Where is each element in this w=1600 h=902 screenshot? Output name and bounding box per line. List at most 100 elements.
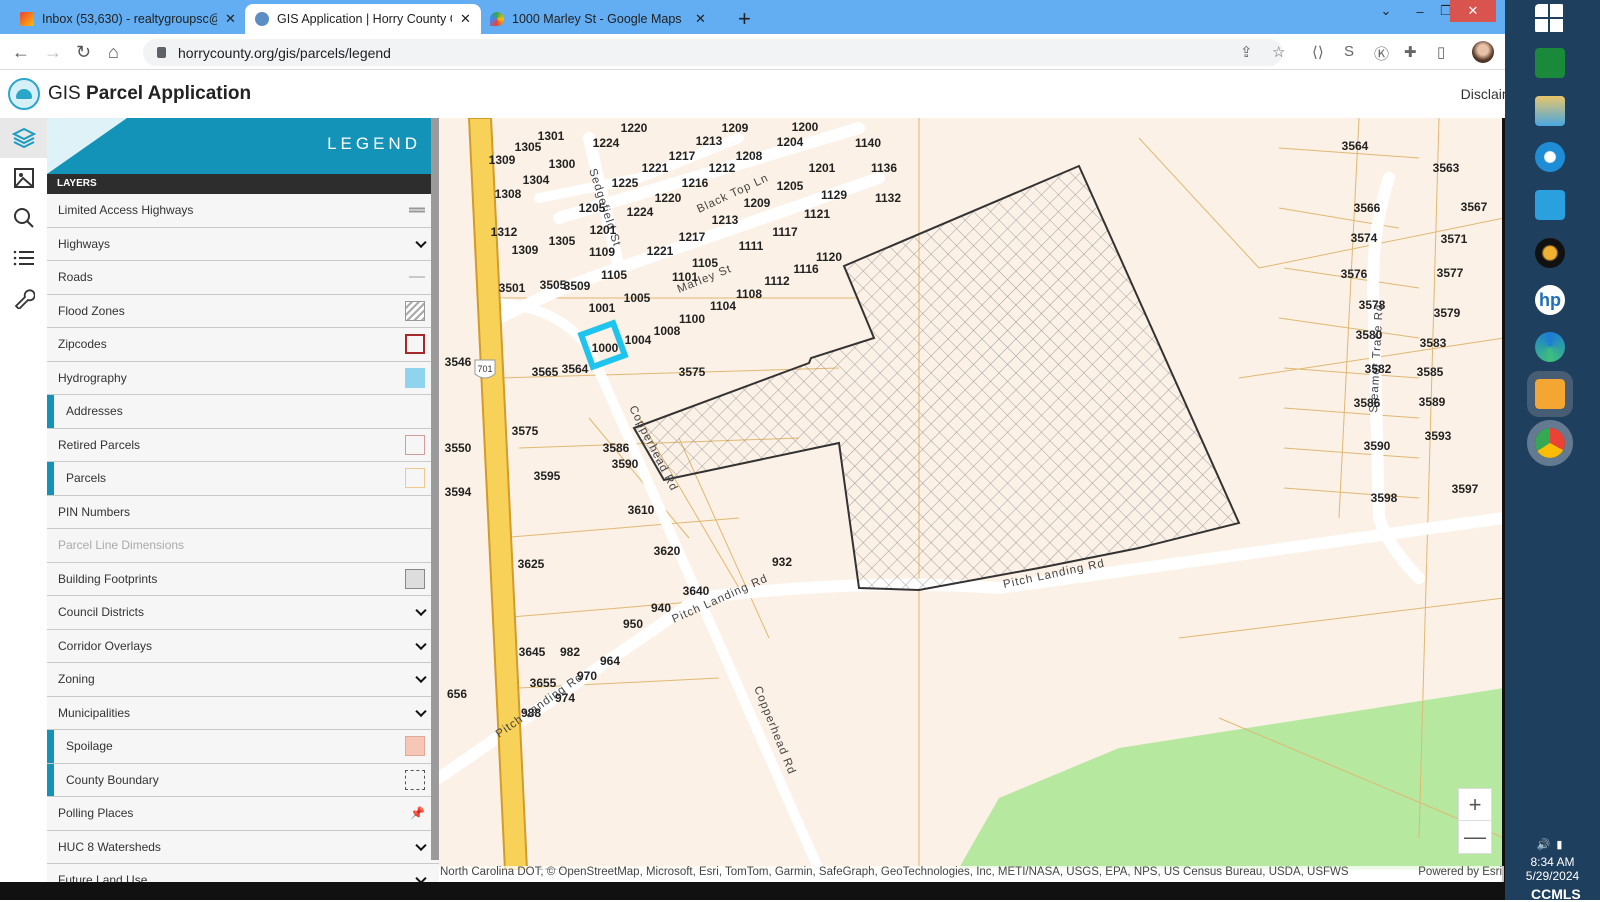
close-window-button[interactable]: ✕: [1450, 0, 1496, 22]
legend-symbol-gray-box: [405, 568, 425, 589]
legend-layer-label: PIN Numbers: [58, 504, 131, 519]
legend-layer-municipalities[interactable]: Municipalities: [47, 696, 439, 730]
legend-symbol-red-box: [405, 334, 425, 355]
home-icon[interactable]: ⌂: [108, 42, 119, 63]
minimize-button[interactable]: –: [1410, 0, 1430, 22]
legend-layer-polling-places[interactable]: Polling Places 📌: [47, 797, 439, 831]
chevron-down-icon[interactable]: [415, 236, 427, 248]
new-tab-button[interactable]: +: [738, 6, 751, 32]
legend-layer-label: Polling Places: [58, 806, 134, 821]
tool-rail: [0, 118, 47, 900]
tab-gmail[interactable]: Inbox (53,630) - realtygroupsc@g ✕: [10, 4, 246, 34]
parcel-address-label: 1116: [793, 262, 819, 276]
legend-layer-council-districts[interactable]: Council Districts: [47, 596, 439, 630]
zoom-out-button[interactable]: —: [1459, 821, 1491, 853]
layers-section-label: LAYERS: [47, 174, 439, 194]
legend-layer-pin-numbers[interactable]: PIN Numbers: [47, 495, 439, 529]
extension-s-icon[interactable]: S: [1344, 43, 1354, 60]
chevron-down-icon[interactable]: [415, 839, 427, 851]
extension-code-icon[interactable]: ⟨⟩: [1312, 43, 1324, 61]
legend-layer-limited-access-highways[interactable]: Limited Access Highways: [47, 194, 439, 228]
legend-layer-roads[interactable]: Roads: [47, 261, 439, 295]
store-icon[interactable]: [1535, 48, 1565, 78]
map-canvas[interactable]: 701 Sedgefield St Black Top Ln Marley St…: [439, 118, 1504, 870]
parcel-address-label: 3566: [1354, 201, 1381, 215]
zoom-in-button[interactable]: +: [1459, 789, 1491, 821]
chrome-icon[interactable]: [1527, 420, 1573, 466]
legend-layer-spoilage[interactable]: Spoilage: [47, 730, 439, 764]
close-tab-icon[interactable]: ✕: [225, 11, 236, 27]
clock-time[interactable]: 8:34 AM: [1505, 855, 1600, 869]
chevron-down-icon[interactable]: [415, 604, 427, 617]
legend-layer-addresses[interactable]: Addresses: [47, 395, 439, 429]
tab-search-icon[interactable]: ⌄: [1376, 0, 1396, 22]
bookmark-star-icon[interactable]: ☆: [1272, 43, 1285, 61]
side-panel-icon[interactable]: ▯: [1437, 43, 1445, 61]
parcel-address-label: 1121: [804, 207, 830, 221]
parcel-address-label: 1140: [855, 136, 881, 150]
file-explorer-icon[interactable]: [1535, 96, 1565, 126]
legend-layer-huc-8-watersheds[interactable]: HUC 8 Watersheds: [47, 830, 439, 864]
legend-layer-zipcodes[interactable]: Zipcodes: [47, 328, 439, 362]
tray-icons[interactable]: 🔊▮: [1505, 838, 1600, 851]
parcel-address-label: 3583: [1420, 336, 1447, 350]
extensions-puzzle-icon[interactable]: ✚: [1404, 43, 1417, 61]
hp-icon[interactable]: hp: [1535, 285, 1565, 315]
profile-avatar[interactable]: [1472, 41, 1494, 63]
parcel-address-label: 1220: [655, 191, 682, 205]
legend-layer-highways[interactable]: Highways: [47, 227, 439, 261]
legend-layer-parcel-line-dimensions[interactable]: Parcel Line Dimensions: [47, 529, 439, 563]
legend-layer-parcels[interactable]: Parcels: [47, 462, 439, 496]
legend-layer-label: County Boundary: [66, 772, 159, 787]
layers-button[interactable]: [0, 118, 47, 158]
close-tab-icon[interactable]: ✕: [695, 11, 706, 27]
parcel-address-label: 1304: [523, 173, 550, 187]
legend-layer-label: Limited Access Highways: [58, 203, 194, 218]
legend-layer-building-footprints[interactable]: Building Footprints: [47, 562, 439, 596]
list-button[interactable]: [0, 238, 47, 278]
search-button[interactable]: [0, 198, 47, 238]
forward-icon[interactable]: →: [44, 42, 62, 63]
parcel-address-label: 3575: [679, 365, 706, 379]
share-icon[interactable]: ⇪: [1240, 43, 1253, 61]
extension-k-icon[interactable]: Ⓚ: [1374, 43, 1389, 64]
parcel-address-label: 1213: [712, 213, 739, 227]
parcel-address-label: 3590: [612, 457, 639, 471]
windows-start-icon[interactable]: [1535, 4, 1565, 34]
map-view[interactable]: 701 Sedgefield St Black Top Ln Marley St…: [439, 118, 1504, 870]
selected-parcel-label[interactable]: 1000: [592, 341, 619, 355]
chevron-down-icon[interactable]: [415, 705, 427, 717]
tab-gis-application[interactable]: GIS Application | Horry County G ✕: [245, 4, 481, 34]
basemap-button[interactable]: [0, 158, 47, 198]
legend-layer-label: Council Districts: [58, 605, 145, 620]
tab-google-maps[interactable]: 1000 Marley St - Google Maps ✕: [480, 4, 716, 34]
legend-layer-hydrography[interactable]: Hydrography: [47, 361, 439, 395]
legend-layer-label: Parcels: [66, 471, 107, 486]
rocket-app-icon[interactable]: [1535, 190, 1565, 220]
legend-layer-label: Spoilage: [66, 739, 113, 754]
legend-layer-retired-parcels[interactable]: Retired Parcels: [47, 428, 439, 462]
powered-by-esri-link[interactable]: Powered by Esri: [1418, 866, 1502, 878]
url-input[interactable]: horrycounty.org/gis/parcels/legend: [143, 39, 1283, 66]
legend-scrollbar[interactable]: [431, 118, 439, 860]
clock-date[interactable]: 5/29/2024: [1505, 869, 1600, 883]
parcel-address-label: 1201: [590, 223, 617, 237]
parcel-address-label: 3577: [1437, 266, 1464, 280]
back-icon[interactable]: ←: [12, 42, 30, 63]
parcel-address-label: 3574: [1351, 231, 1378, 245]
legend-layer-county-boundary[interactable]: County Boundary: [47, 763, 439, 797]
webcam-app-icon[interactable]: [1535, 238, 1565, 268]
edge-icon[interactable]: [1535, 332, 1565, 362]
parcel-address-label: 3579: [1434, 306, 1461, 320]
legend-layer-corridor-overlays[interactable]: Corridor Overlays: [47, 629, 439, 663]
close-tab-icon[interactable]: ✕: [460, 11, 471, 27]
internet-explorer-icon[interactable]: [1535, 142, 1565, 172]
chevron-down-icon[interactable]: [415, 638, 427, 650]
reload-icon[interactable]: ↻: [76, 42, 91, 63]
parcel-address-label: 3564: [1342, 139, 1369, 153]
legend-layer-zoning[interactable]: Zoning: [47, 663, 439, 697]
globe-app-icon[interactable]: [1527, 371, 1573, 417]
legend-layer-flood-zones[interactable]: Flood Zones: [47, 294, 439, 328]
tools-button[interactable]: [0, 278, 47, 318]
chevron-down-icon[interactable]: [415, 671, 427, 684]
